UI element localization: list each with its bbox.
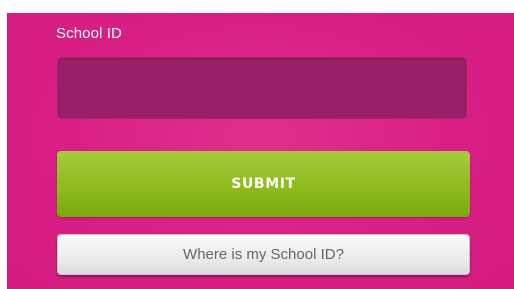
submit-button[interactable]: SUBMIT <box>57 151 470 217</box>
school-id-input[interactable] <box>57 57 467 119</box>
school-id-label: School ID <box>56 25 122 42</box>
login-screen: School ID SUBMIT Where is my School ID? <box>7 13 514 289</box>
where-is-school-id-button[interactable]: Where is my School ID? <box>57 234 470 275</box>
